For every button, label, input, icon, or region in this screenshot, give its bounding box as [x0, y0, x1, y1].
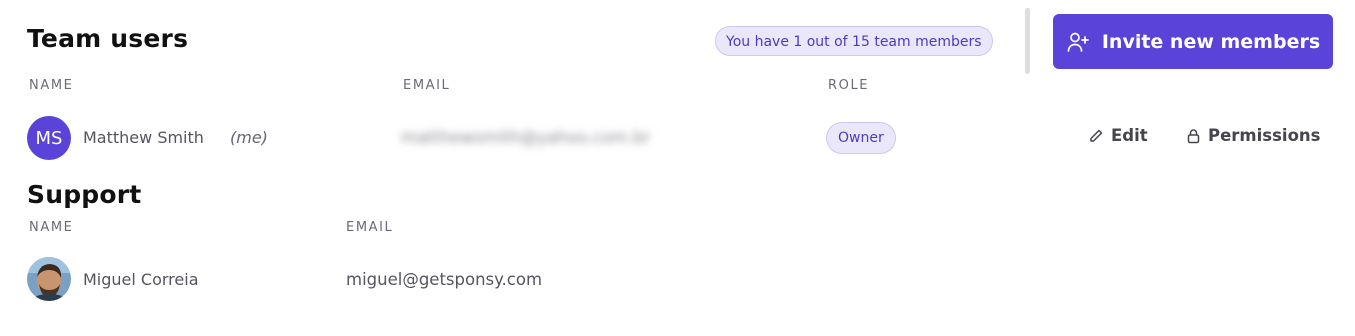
invite-new-members-button[interactable]: Invite new members — [1053, 14, 1333, 69]
team-column-email: EMAIL — [403, 78, 451, 93]
support-member-name: Miguel Correia — [83, 270, 199, 289]
support-member-email: miguel@getsponsy.com — [346, 270, 543, 289]
me-tag: (me) — [230, 128, 268, 147]
invite-button-label: Invite new members — [1101, 30, 1321, 53]
member-count-badge: You have 1 out of 15 team members — [715, 26, 993, 56]
avatar: MS — [27, 116, 71, 160]
edit-button[interactable]: Edit — [1088, 126, 1148, 145]
team-users-title: Team users — [27, 24, 189, 53]
team-column-name: NAME — [29, 78, 74, 93]
lock-icon — [1186, 128, 1201, 144]
support-column-email: EMAIL — [346, 220, 394, 235]
permissions-label: Permissions — [1208, 126, 1321, 145]
member-email: matthewsmith@yahoo.com.br — [401, 128, 651, 147]
role-badge: Owner — [826, 122, 896, 154]
pencil-icon — [1088, 128, 1104, 144]
header-divider — [1025, 8, 1030, 74]
support-column-name: NAME — [29, 220, 74, 235]
avatar — [27, 257, 71, 301]
edit-label: Edit — [1111, 126, 1148, 145]
member-name: Matthew Smith — [83, 128, 204, 147]
permissions-button[interactable]: Permissions — [1186, 126, 1320, 145]
support-title: Support — [27, 180, 142, 209]
user-plus-icon — [1066, 30, 1090, 54]
team-column-role: ROLE — [828, 78, 870, 93]
